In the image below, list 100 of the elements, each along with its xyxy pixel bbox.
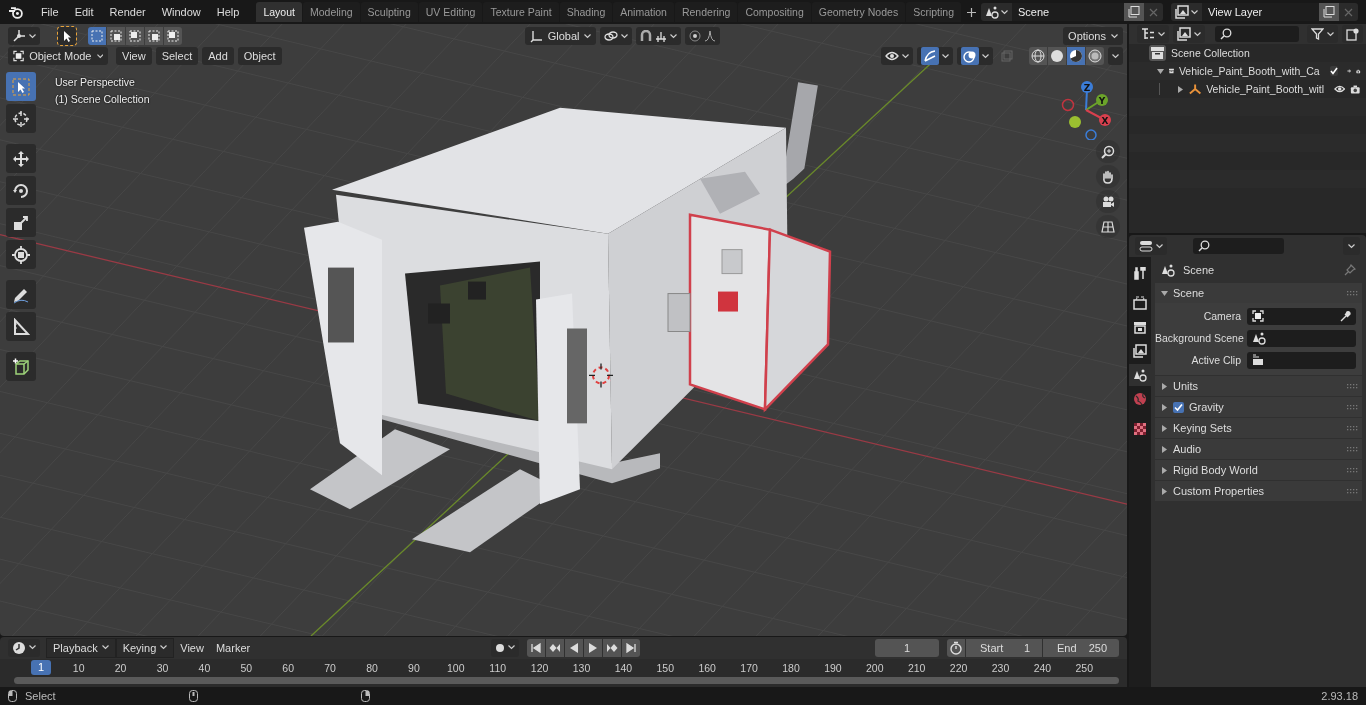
disclosure-triangle[interactable] — [1161, 445, 1168, 453]
duplicate-button[interactable] — [1124, 3, 1144, 21]
tool-button[interactable] — [6, 176, 36, 205]
shading-options-button[interactable] — [1108, 47, 1123, 65]
tool-button[interactable] — [6, 72, 36, 101]
search-field[interactable] — [1193, 238, 1284, 254]
preview-range-button[interactable] — [947, 638, 965, 657]
tool-button[interactable] — [6, 104, 36, 133]
pan-button[interactable] — [1096, 165, 1120, 188]
disclosure-triangle[interactable] — [1176, 85, 1184, 93]
timeline-menu[interactable]: Marker — [209, 637, 257, 658]
disclosure-triangle[interactable] — [1161, 487, 1168, 495]
timeline-menu[interactable]: Keying — [115, 637, 175, 658]
visibility-button[interactable] — [881, 47, 913, 65]
viewport-menu[interactable]: Add — [202, 47, 234, 65]
tool-button[interactable] — [6, 144, 36, 173]
workspace-tab[interactable]: Layout — [256, 2, 302, 22]
workspace-tab[interactable]: Geometry Nodes — [811, 2, 906, 22]
selection-mode-button[interactable] — [126, 27, 144, 45]
disclosure-triangle[interactable] — [1157, 67, 1164, 75]
scene-type-button[interactable] — [981, 3, 1012, 21]
selection-mode-button[interactable] — [145, 27, 163, 45]
paint-booth-drawing[interactable] — [304, 82, 832, 553]
tool-button[interactable] — [6, 208, 36, 237]
panel-title[interactable]: Audio — [1173, 443, 1202, 455]
disclosure-triangle[interactable] — [1161, 424, 1168, 432]
workspace-tab[interactable]: Texture Paint — [483, 2, 559, 22]
workspace-tab[interactable]: Modeling — [302, 2, 360, 22]
scene-field[interactable]: Scene — [1012, 3, 1124, 21]
perspective-toggle-button[interactable] — [1096, 215, 1120, 238]
property-field[interactable] — [1247, 351, 1356, 369]
workspace-tab[interactable]: Animation — [613, 2, 674, 22]
gizmo-toggle-button[interactable] — [917, 47, 953, 65]
options-dropdown[interactable]: Options — [1063, 27, 1123, 45]
exclude-checkbox[interactable] — [1329, 66, 1338, 76]
pin-icon[interactable] — [1344, 264, 1356, 276]
property-field[interactable] — [1247, 307, 1356, 325]
start-frame-field[interactable]: Start 1 — [966, 638, 1042, 657]
workspace-tab[interactable]: Sculpting — [360, 2, 418, 22]
overlays-toggle-button[interactable] — [957, 47, 993, 65]
menu-item[interactable]: Window — [153, 6, 209, 18]
tool-button[interactable] — [6, 352, 36, 381]
panel-title[interactable]: Scene — [1173, 287, 1205, 299]
orientation-dropdown[interactable]: Global — [524, 27, 597, 45]
new-collection-button[interactable] — [1342, 25, 1363, 43]
viewport-menu[interactable]: Object — [237, 47, 282, 65]
view-layer-type-button[interactable] — [1171, 3, 1202, 21]
tool-button[interactable] — [6, 240, 36, 269]
tool-button[interactable] — [6, 280, 36, 309]
menu-item[interactable]: File — [32, 6, 67, 18]
timeline-menu[interactable]: Playback — [46, 637, 116, 658]
viewport-menu[interactable]: View — [116, 47, 152, 65]
previous-keyframe-button[interactable] — [546, 638, 565, 657]
menu-item[interactable]: Render — [101, 6, 154, 18]
shading-mode-button[interactable] — [1067, 47, 1085, 65]
jump-end-button[interactable] — [622, 638, 641, 657]
drag-handle-icon[interactable] — [1347, 404, 1358, 410]
tweak-tool-button[interactable] — [58, 27, 76, 45]
auto-keying-button[interactable] — [491, 638, 520, 657]
pivot-point-button[interactable] — [600, 27, 633, 45]
menu-item[interactable]: Edit — [66, 6, 102, 18]
timeline-scrollbar[interactable] — [14, 677, 1119, 685]
play-reverse-button[interactable] — [565, 638, 584, 657]
panel-title[interactable]: Keying Sets — [1173, 422, 1232, 434]
workspace-tab[interactable]: Shading — [559, 2, 613, 22]
jump-start-button[interactable] — [527, 638, 546, 657]
editor-type-button[interactable] — [1137, 25, 1169, 43]
current-frame-marker[interactable]: 1 — [31, 659, 51, 675]
workspace-tab[interactable]: Scripting — [906, 2, 961, 22]
selection-mode-button[interactable] — [107, 27, 125, 45]
search-field[interactable] — [1215, 26, 1299, 42]
outliner-item[interactable]: Scene Collection — [1171, 47, 1250, 59]
outliner-item[interactable]: Vehicle_Paint_Booth_witl — [1206, 83, 1325, 95]
play-button[interactable] — [584, 638, 603, 657]
options-button[interactable] — [1343, 237, 1360, 255]
display-mode-button[interactable] — [1173, 25, 1205, 43]
zoom-button[interactable] — [1096, 140, 1120, 163]
timeline-menu[interactable]: View — [174, 637, 210, 658]
snap-button[interactable] — [636, 27, 682, 45]
mode-dropdown[interactable]: Object Mode — [8, 47, 108, 65]
viewport-menu[interactable]: Select — [155, 47, 199, 65]
workspace-tab[interactable]: Rendering — [674, 2, 738, 22]
drag-handle-icon[interactable] — [1347, 446, 1358, 452]
drag-handle-icon[interactable] — [1347, 467, 1358, 473]
disclosure-triangle[interactable] — [1161, 466, 1168, 474]
navigation-gizmo[interactable]: Z Y X — [1054, 76, 1118, 140]
property-field[interactable] — [1247, 329, 1356, 347]
view-layer-field[interactable]: View Layer — [1202, 3, 1319, 21]
disclosure-triangle[interactable] — [1161, 382, 1168, 390]
drag-handle-icon[interactable] — [1347, 488, 1358, 494]
panel-title[interactable]: Units — [1173, 380, 1199, 392]
properties-tab[interactable] — [1129, 364, 1151, 386]
3d-viewport[interactable]: Global Options Object Mode View Select Add Object User Perspective (1) Scene Collection Z Y X — [0, 24, 1127, 636]
disclosure-triangle[interactable] — [1161, 289, 1168, 297]
selection-mode-button[interactable] — [164, 27, 182, 45]
editor-type-button[interactable] — [8, 638, 40, 657]
proportional-editing-button[interactable] — [685, 27, 721, 45]
panel-checkbox[interactable] — [1173, 401, 1184, 413]
end-frame-field[interactable]: End 250 — [1043, 638, 1119, 657]
outliner-item[interactable]: Vehicle_Paint_Booth_with_Ca — [1178, 65, 1320, 77]
